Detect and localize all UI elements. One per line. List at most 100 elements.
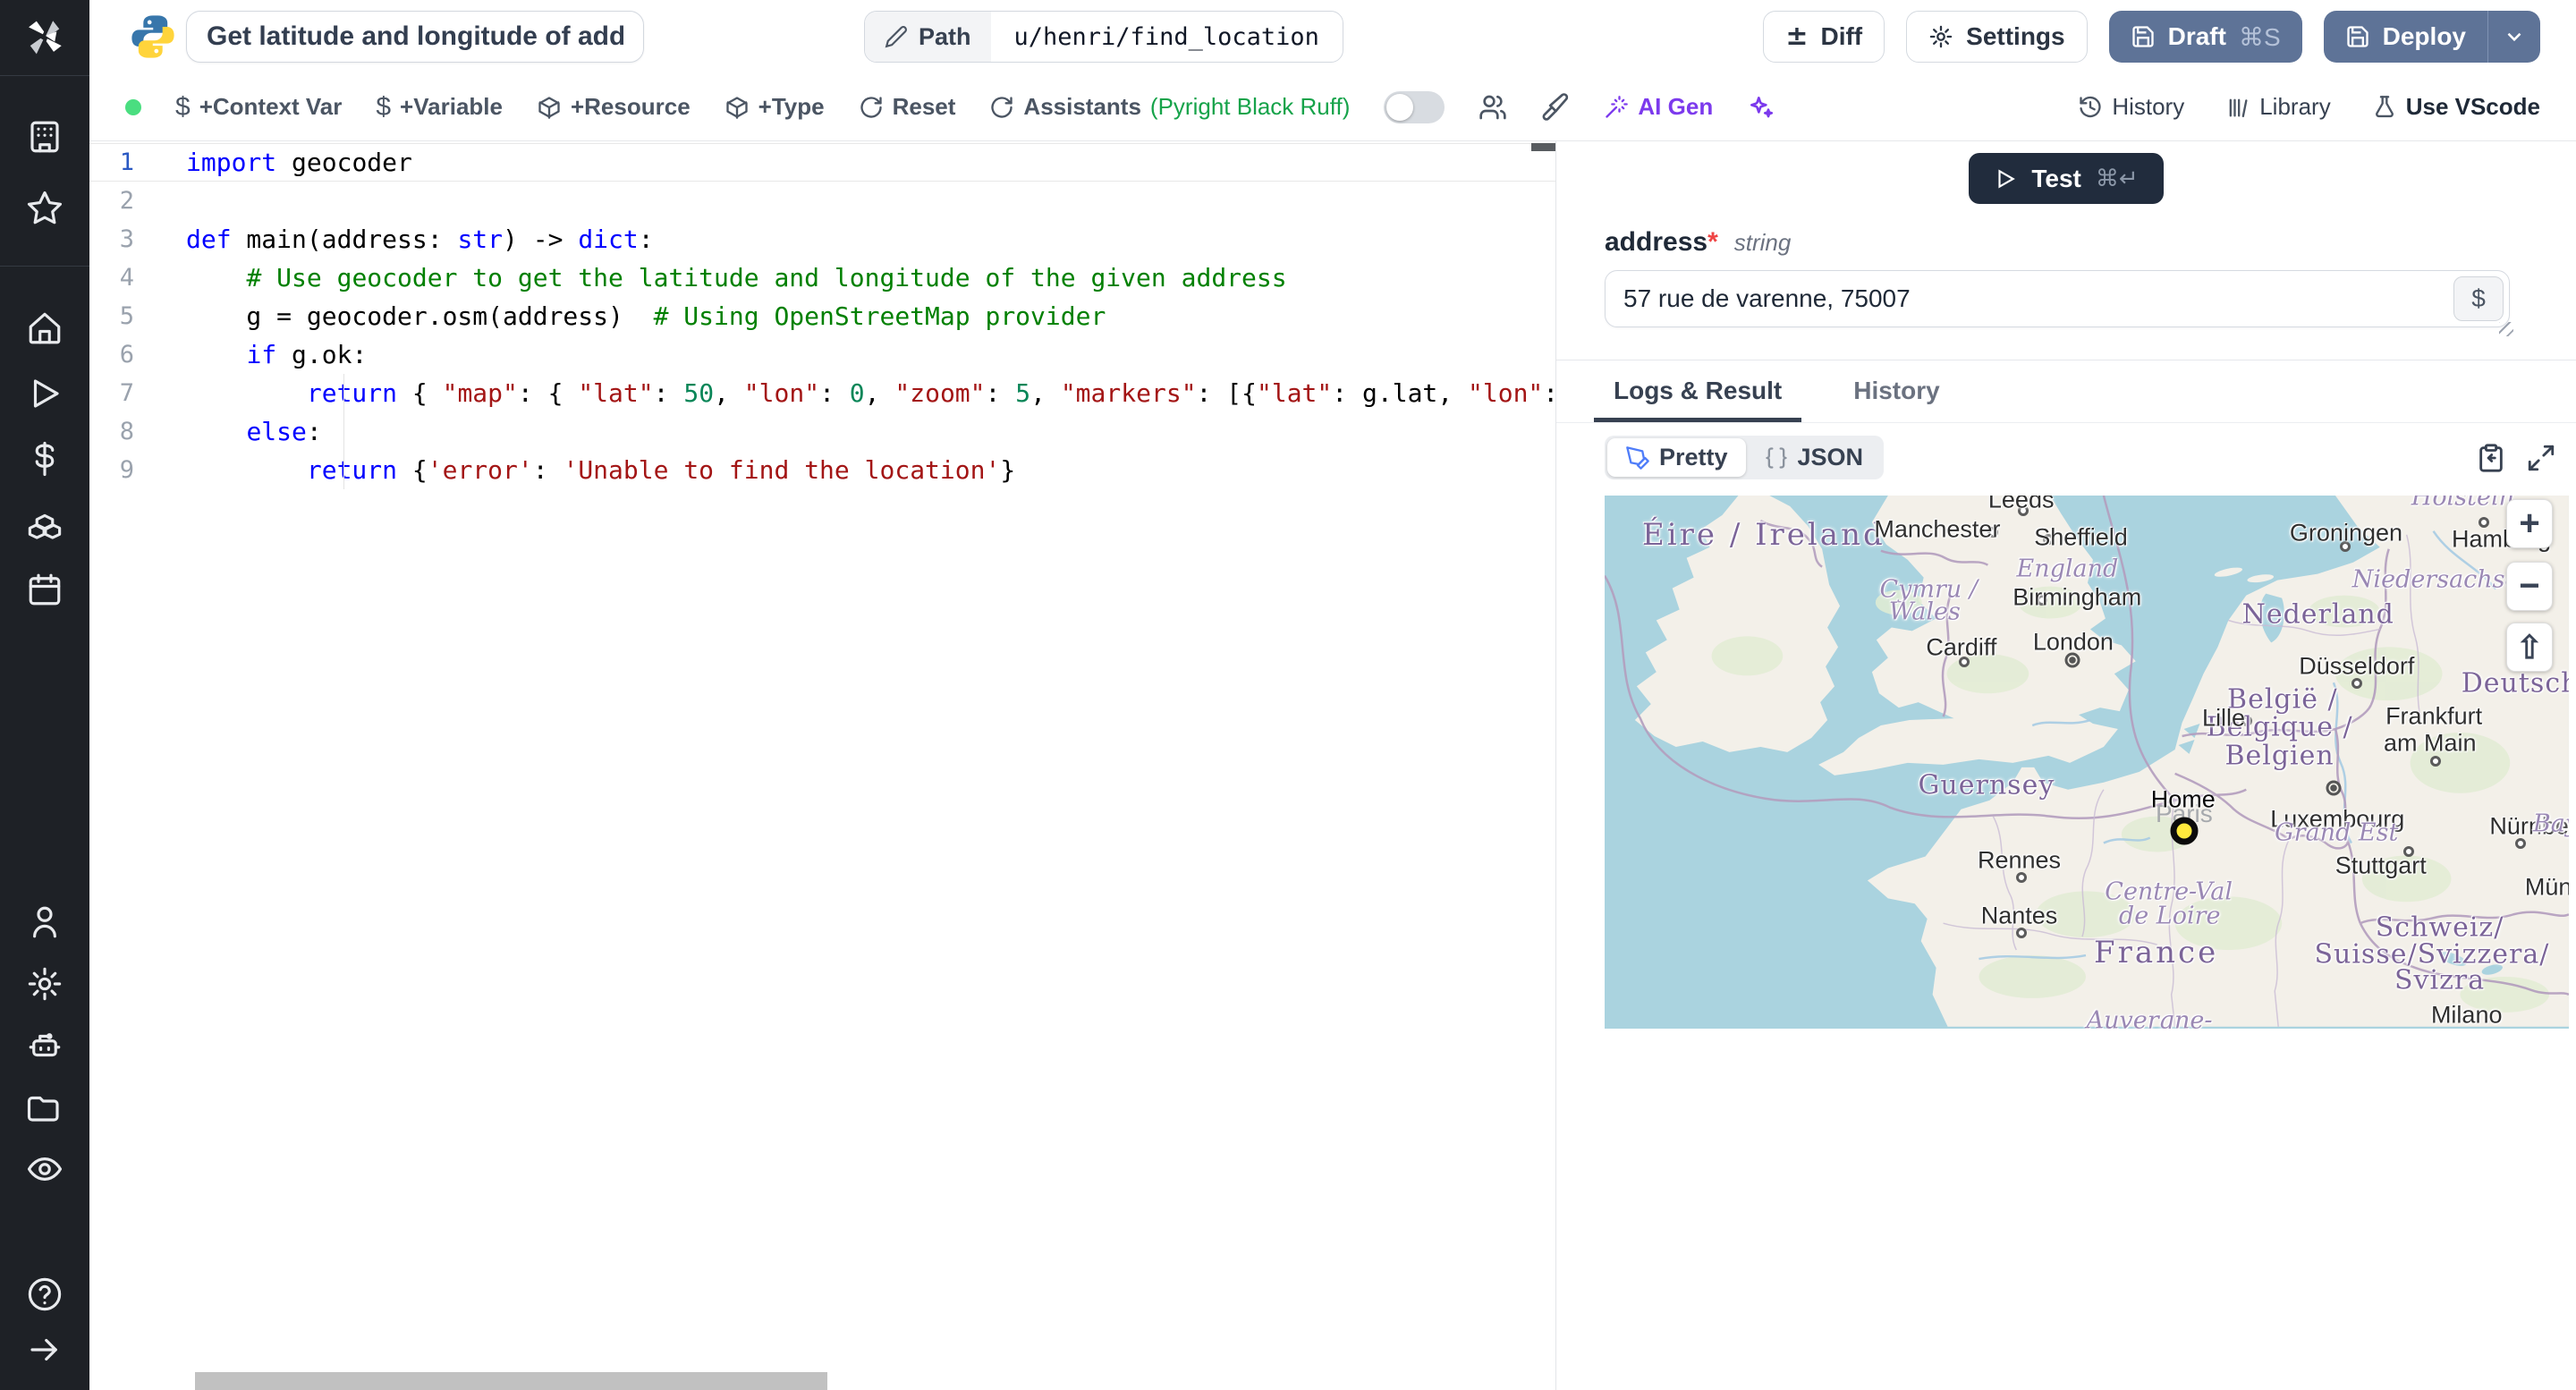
test-button[interactable]: Test ⌘↵ <box>1969 153 2164 204</box>
deploy-button[interactable]: Deploy <box>2324 11 2487 63</box>
line-number: 5 <box>119 302 134 330</box>
collaborators-button[interactable] <box>1479 93 1507 122</box>
status-dot <box>125 98 141 115</box>
add-variable-button[interactable]: $ +Variable <box>376 92 503 123</box>
script-title-input[interactable] <box>186 11 644 63</box>
map-label: Sheffield <box>2034 523 2128 551</box>
insert-variable-button[interactable]: $ <box>2453 276 2504 321</box>
history-button[interactable]: History <box>2078 93 2184 121</box>
view-pretty-button[interactable]: Pretty <box>1607 438 1746 477</box>
draft-button[interactable]: Draft ⌘S <box>2108 11 2302 63</box>
locate-button[interactable]: ⇧ <box>2506 623 2553 672</box>
chevron-down-icon <box>2507 32 2521 42</box>
map-controls: + − ⇧ <box>2506 499 2553 672</box>
eye-icon <box>27 1157 63 1181</box>
map-label: Düsseldorf <box>2299 652 2415 680</box>
save-icon <box>2131 26 2154 47</box>
users-icon <box>1479 95 1507 119</box>
address-input[interactable] <box>1605 270 2510 327</box>
add-type-button[interactable]: +Type <box>724 93 825 121</box>
tab-history[interactable]: History <box>1834 360 1959 422</box>
refresh-icon <box>860 96 882 118</box>
run-panel: Test ⌘↵ address* string $ Logs & Result <box>1556 141 2576 1390</box>
code-editor[interactable]: 1 import geocoder 2 3 def main(address: str)… <box>89 141 1556 1390</box>
app-sidebar <box>0 0 89 1390</box>
line-number: 2 <box>119 187 134 215</box>
deploy-dropdown-button[interactable] <box>2487 11 2540 63</box>
windmill-logo[interactable] <box>0 0 89 75</box>
map-label: Nederland <box>2241 598 2394 631</box>
code-line-8[interactable]: 8 else: <box>89 412 1555 451</box>
sidebar-item-favorites[interactable] <box>0 173 89 244</box>
deploy-button-group: Deploy <box>2323 11 2540 63</box>
code-text: import geocoder <box>186 148 412 177</box>
tab-logs-result[interactable]: Logs & Result <box>1594 360 1802 422</box>
map-label: Svizra <box>2394 964 2486 996</box>
assistants-button[interactable]: Assistants (Pyright Black Ruff) <box>989 93 1350 121</box>
add-context-var-button[interactable]: $ +Context Var <box>175 92 342 123</box>
sidebar-item-variables[interactable] <box>0 426 89 491</box>
sidebar-item-folders[interactable] <box>0 1076 89 1138</box>
zoom-out-button[interactable]: − <box>2506 562 2553 611</box>
sidebar-item-workspace[interactable] <box>0 101 89 173</box>
expand-result-button[interactable] <box>2526 443 2556 473</box>
format-button[interactable] <box>1541 92 1570 122</box>
code-line-6[interactable]: 6 if g.ok: <box>89 335 1555 374</box>
path-field[interactable]: Path u/henri/find_location <box>864 11 1343 63</box>
code-line-2[interactable]: 2 <box>89 182 1555 220</box>
sidebar-item-help[interactable] <box>0 1267 89 1322</box>
resize-handle[interactable] <box>2499 322 2513 336</box>
library-button[interactable]: Library <box>2225 93 2331 121</box>
code-text: return {'error': 'Unable to find the loc… <box>306 455 1016 485</box>
sidebar-item-home[interactable] <box>0 295 89 360</box>
draft-shortcut: ⌘S <box>2238 22 2281 51</box>
play-icon <box>33 378 59 408</box>
result-map[interactable]: Leeds Éire / Ireland Manchester Sheffield Gr… <box>1605 496 2569 1029</box>
folder-icon <box>27 1096 59 1122</box>
editor-vertical-scrollbar[interactable] <box>1531 143 1555 151</box>
building-icon <box>30 121 59 153</box>
code-line-1[interactable]: 1 import geocoder <box>89 143 1555 182</box>
map-label: Grand Est <box>2275 818 2399 847</box>
editor-horizontal-scrollbar[interactable] <box>195 1372 827 1390</box>
zoom-in-button[interactable]: + <box>2506 499 2553 548</box>
sidebar-item-account[interactable] <box>0 891 89 953</box>
map-label: Cardiff <box>1926 633 1997 661</box>
view-json-button[interactable]: JSON <box>1746 438 1882 477</box>
reset-button[interactable]: Reset <box>859 93 955 121</box>
sidebar-item-expand-sidebar[interactable] <box>0 1322 89 1377</box>
code-line-3[interactable]: 3 def main(address: str) -> dict: <box>89 220 1555 259</box>
braces-icon <box>1765 446 1787 469</box>
sidebar-item-audit-logs[interactable] <box>0 1138 89 1199</box>
map-label: Milano <box>2430 1001 2503 1029</box>
dollar-icon: $ <box>376 91 392 122</box>
copy-result-button[interactable] <box>2476 443 2506 473</box>
diff-button[interactable]: ± Diff <box>1763 11 1885 63</box>
add-resource-button[interactable]: +Resource <box>537 93 691 121</box>
star-icon <box>27 191 63 225</box>
code-line-5[interactable]: 5 g = geocoder.osm(address) # Using Open… <box>89 297 1555 335</box>
sidebar-item-resources[interactable] <box>0 491 89 556</box>
sidebar-item-settings[interactable] <box>0 953 89 1014</box>
settings-button[interactable]: Settings <box>1906 11 2088 63</box>
code-line-4[interactable]: 4 # Use geocoder to get the latitude and… <box>89 259 1555 297</box>
map-label: Éire / Ireland <box>1641 516 1885 553</box>
map-label: Home <box>2150 785 2216 813</box>
sidebar-item-runs[interactable] <box>0 360 89 426</box>
ai-sparkles-button[interactable] <box>1747 93 1775 122</box>
sidebar-item-schedules[interactable] <box>0 556 89 622</box>
sidebar-item-workers[interactable] <box>0 1014 89 1076</box>
map-label: Leeds <box>1987 496 2055 513</box>
save-icon <box>2346 26 2368 47</box>
gear-icon <box>28 967 62 1000</box>
multiplayer-toggle[interactable] <box>1384 90 1445 123</box>
code-text: g = geocoder.osm(address) # Using OpenSt… <box>186 301 1106 331</box>
top-bar: Path u/henri/find_location ± Diff Settin… <box>89 0 2576 73</box>
ai-gen-button[interactable]: AI Gen <box>1604 93 1713 121</box>
arg-name: address* <box>1605 227 1718 257</box>
use-vscode-button[interactable]: Use VScode <box>2372 93 2540 121</box>
code-line-9[interactable]: 9 return {'error': 'Unable to find the l… <box>89 451 1555 489</box>
code-line-7[interactable]: 7 return { "map": { "lat": 50, "lon": 0,… <box>89 374 1555 412</box>
calendar-icon <box>29 573 61 605</box>
indent-guide <box>343 412 344 451</box>
